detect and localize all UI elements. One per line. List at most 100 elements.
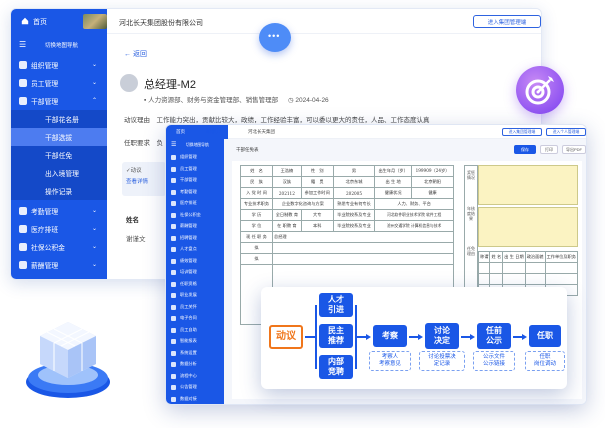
- sidebar-item-staff[interactable]: 员工管理 ⌄: [11, 74, 107, 92]
- sidebar-item[interactable]: 员工关怀: [166, 302, 224, 313]
- sub-item-roster[interactable]: 干部花名册: [11, 110, 107, 128]
- menu-item-icon: [171, 293, 176, 298]
- menu-item-icon: [171, 396, 176, 402]
- menu-item-icon: [171, 362, 176, 367]
- group-admin-button[interactable]: 进入集团管理端: [502, 128, 542, 136]
- chevron-down-icon: ⌄: [91, 244, 97, 250]
- company-name: 河北长天集团: [248, 129, 275, 134]
- sidebar-item[interactable]: 社保公积金: [166, 210, 224, 221]
- arrow-right-icon: [418, 334, 423, 340]
- sidebar-item[interactable]: 干部管理: [166, 175, 224, 186]
- sidebar-item[interactable]: 智能报表: [166, 336, 224, 347]
- user-icon: [19, 79, 27, 87]
- sidebar-item[interactable]: 医疗排班: [166, 198, 224, 209]
- sidebar-item[interactable]: 绩效管理: [166, 256, 224, 267]
- sub-item-appoint[interactable]: 干部任免: [11, 146, 107, 164]
- chevron-down-icon: ⌄: [91, 62, 97, 68]
- sidebar-item-medical[interactable]: 医疗排班 ⌄: [11, 220, 107, 238]
- sidebar-item-cadre[interactable]: 干部管理 ⌃: [11, 92, 107, 110]
- menu-item-icon: [171, 212, 176, 218]
- reward-field[interactable]: [478, 165, 578, 205]
- sidebar-item-label: 人才盘点: [180, 246, 197, 252]
- flow-step-motion: 动议: [269, 325, 303, 349]
- sidebar-item-label: 招聘管理: [180, 234, 197, 240]
- sidebar-item[interactable]: 人才盘点: [166, 244, 224, 255]
- sidebar-item-label: 数据对接: [180, 395, 197, 401]
- group-admin-button[interactable]: 进入集团管理端: [473, 15, 541, 28]
- sidebar-item[interactable]: 流程中心: [166, 371, 224, 382]
- menu-item-icon: [171, 385, 176, 390]
- sidebar-item-label: 组织管理: [180, 154, 197, 160]
- sidebar-item-label: 电子合同: [180, 315, 197, 321]
- sidebar-item-org[interactable]: 组织管理 ⌄: [11, 56, 107, 74]
- menu-icon: ☰: [171, 142, 177, 148]
- sidebar-item[interactable]: 电子合同: [166, 313, 224, 324]
- sidebar-item[interactable]: 职业发展: [166, 290, 224, 301]
- personal-admin-button[interactable]: 进入个人管理端: [546, 128, 586, 136]
- sidebar-item[interactable]: 员工管理: [166, 164, 224, 175]
- sub-item-selection[interactable]: 干部选拔: [11, 128, 107, 146]
- sidebar-item[interactable]: 考勤管理: [166, 187, 224, 198]
- sidebar-item[interactable]: 培训管理: [166, 267, 224, 278]
- sidebar-item-label: 公告管理: [180, 384, 197, 390]
- menu-item-icon: [171, 247, 176, 252]
- arrow-right-icon: [470, 334, 475, 340]
- sidebar-item-label: 员工管理: [180, 165, 197, 171]
- flow-sub-publicize: 公示文件 公示链接: [473, 351, 515, 371]
- menu-item-icon: [171, 201, 176, 206]
- sidebar-item-payroll[interactable]: 薪酬管理 ⌄: [11, 256, 107, 274]
- sidebar-toggle[interactable]: ☰ 切换地图导航: [11, 36, 107, 54]
- flow-step-appoint: 任职: [529, 325, 561, 347]
- sub-item-exit-entry[interactable]: 出入境管理: [11, 164, 107, 182]
- sidebar-item[interactable]: 数据分析: [166, 359, 224, 370]
- sidebar-item[interactable]: 招聘管理: [166, 233, 224, 244]
- sidebar-item[interactable]: 薪酬管理: [166, 221, 224, 232]
- motion-card[interactable]: ✓动议 查看详情: [122, 162, 166, 196]
- sidebar-item-attendance[interactable]: 考勤管理 ⌄: [11, 202, 107, 220]
- name-header: 姓名: [126, 217, 139, 224]
- position-meta: ▪ 人力资源部、财务与资金管理部、销售管理部 ◷ 2024-04-26: [144, 97, 329, 104]
- sidebar-item[interactable]: 任职资格: [166, 279, 224, 290]
- sidebar-item[interactable]: 公告管理: [166, 382, 224, 393]
- sub-item-log[interactable]: 操作记录: [11, 182, 107, 200]
- menu-item-icon: [171, 235, 176, 241]
- side-label: 奖惩情况: [467, 170, 475, 180]
- sidebar-toggle[interactable]: ☰ 切换地图导航: [166, 140, 224, 151]
- sidebar-item[interactable]: 数据对接: [166, 394, 224, 405]
- sidebar-item[interactable]: 员工自助: [166, 325, 224, 336]
- assessment-field[interactable]: [478, 207, 578, 247]
- save-button[interactable]: 保存: [514, 145, 536, 154]
- back-link[interactable]: ← 返回: [124, 49, 147, 59]
- person-icon: [19, 97, 27, 105]
- sidebar-item-label: 员工关怀: [180, 303, 197, 309]
- menu-item-icon: [171, 304, 176, 310]
- print-button[interactable]: 打印: [540, 145, 558, 154]
- side-label: 年核度结果: [467, 206, 475, 221]
- org-icon: [19, 61, 27, 69]
- company-name: 河北长天集团股份有限公司: [119, 20, 203, 27]
- sidebar-item-label: 社保公积金: [180, 211, 201, 217]
- sidebar-item[interactable]: 系统设置: [166, 348, 224, 359]
- flow-sub-discuss: 讨论投票决 定记录: [419, 351, 465, 371]
- sidebar-item[interactable]: 组织管理: [166, 152, 224, 163]
- menu-item-icon: [171, 189, 176, 195]
- sidebar-item-label: 职业发展: [180, 292, 197, 298]
- chevron-down-icon: ⌄: [91, 262, 97, 268]
- chevron-down-icon: ⌄: [91, 226, 97, 232]
- home-label: 首页: [33, 18, 47, 26]
- sidebar-item-social[interactable]: 社保公积金 ⌄: [11, 238, 107, 256]
- flow-step-inspect: 考察: [373, 325, 407, 347]
- side-label: 任免理由: [467, 246, 475, 256]
- menu-item-icon: [171, 350, 176, 356]
- name-value: 谢谨文: [126, 236, 146, 243]
- sidebar-item-label: 干部管理: [180, 177, 197, 183]
- flow-sub-inspect: 考察人 考察意见: [369, 351, 411, 371]
- menu-item-icon: [171, 258, 176, 264]
- export-pdf-button[interactable]: 导出PDF: [562, 145, 586, 154]
- brand-logo: 新事力: [206, 129, 222, 135]
- detail-link[interactable]: 查看详情: [126, 177, 162, 185]
- flow-sub-appoint: 任职 岗位调动: [525, 351, 565, 371]
- menu-item-icon: [171, 281, 176, 287]
- sidebar-item-label: 系统设置: [180, 349, 197, 355]
- menu-item-icon: [171, 327, 176, 333]
